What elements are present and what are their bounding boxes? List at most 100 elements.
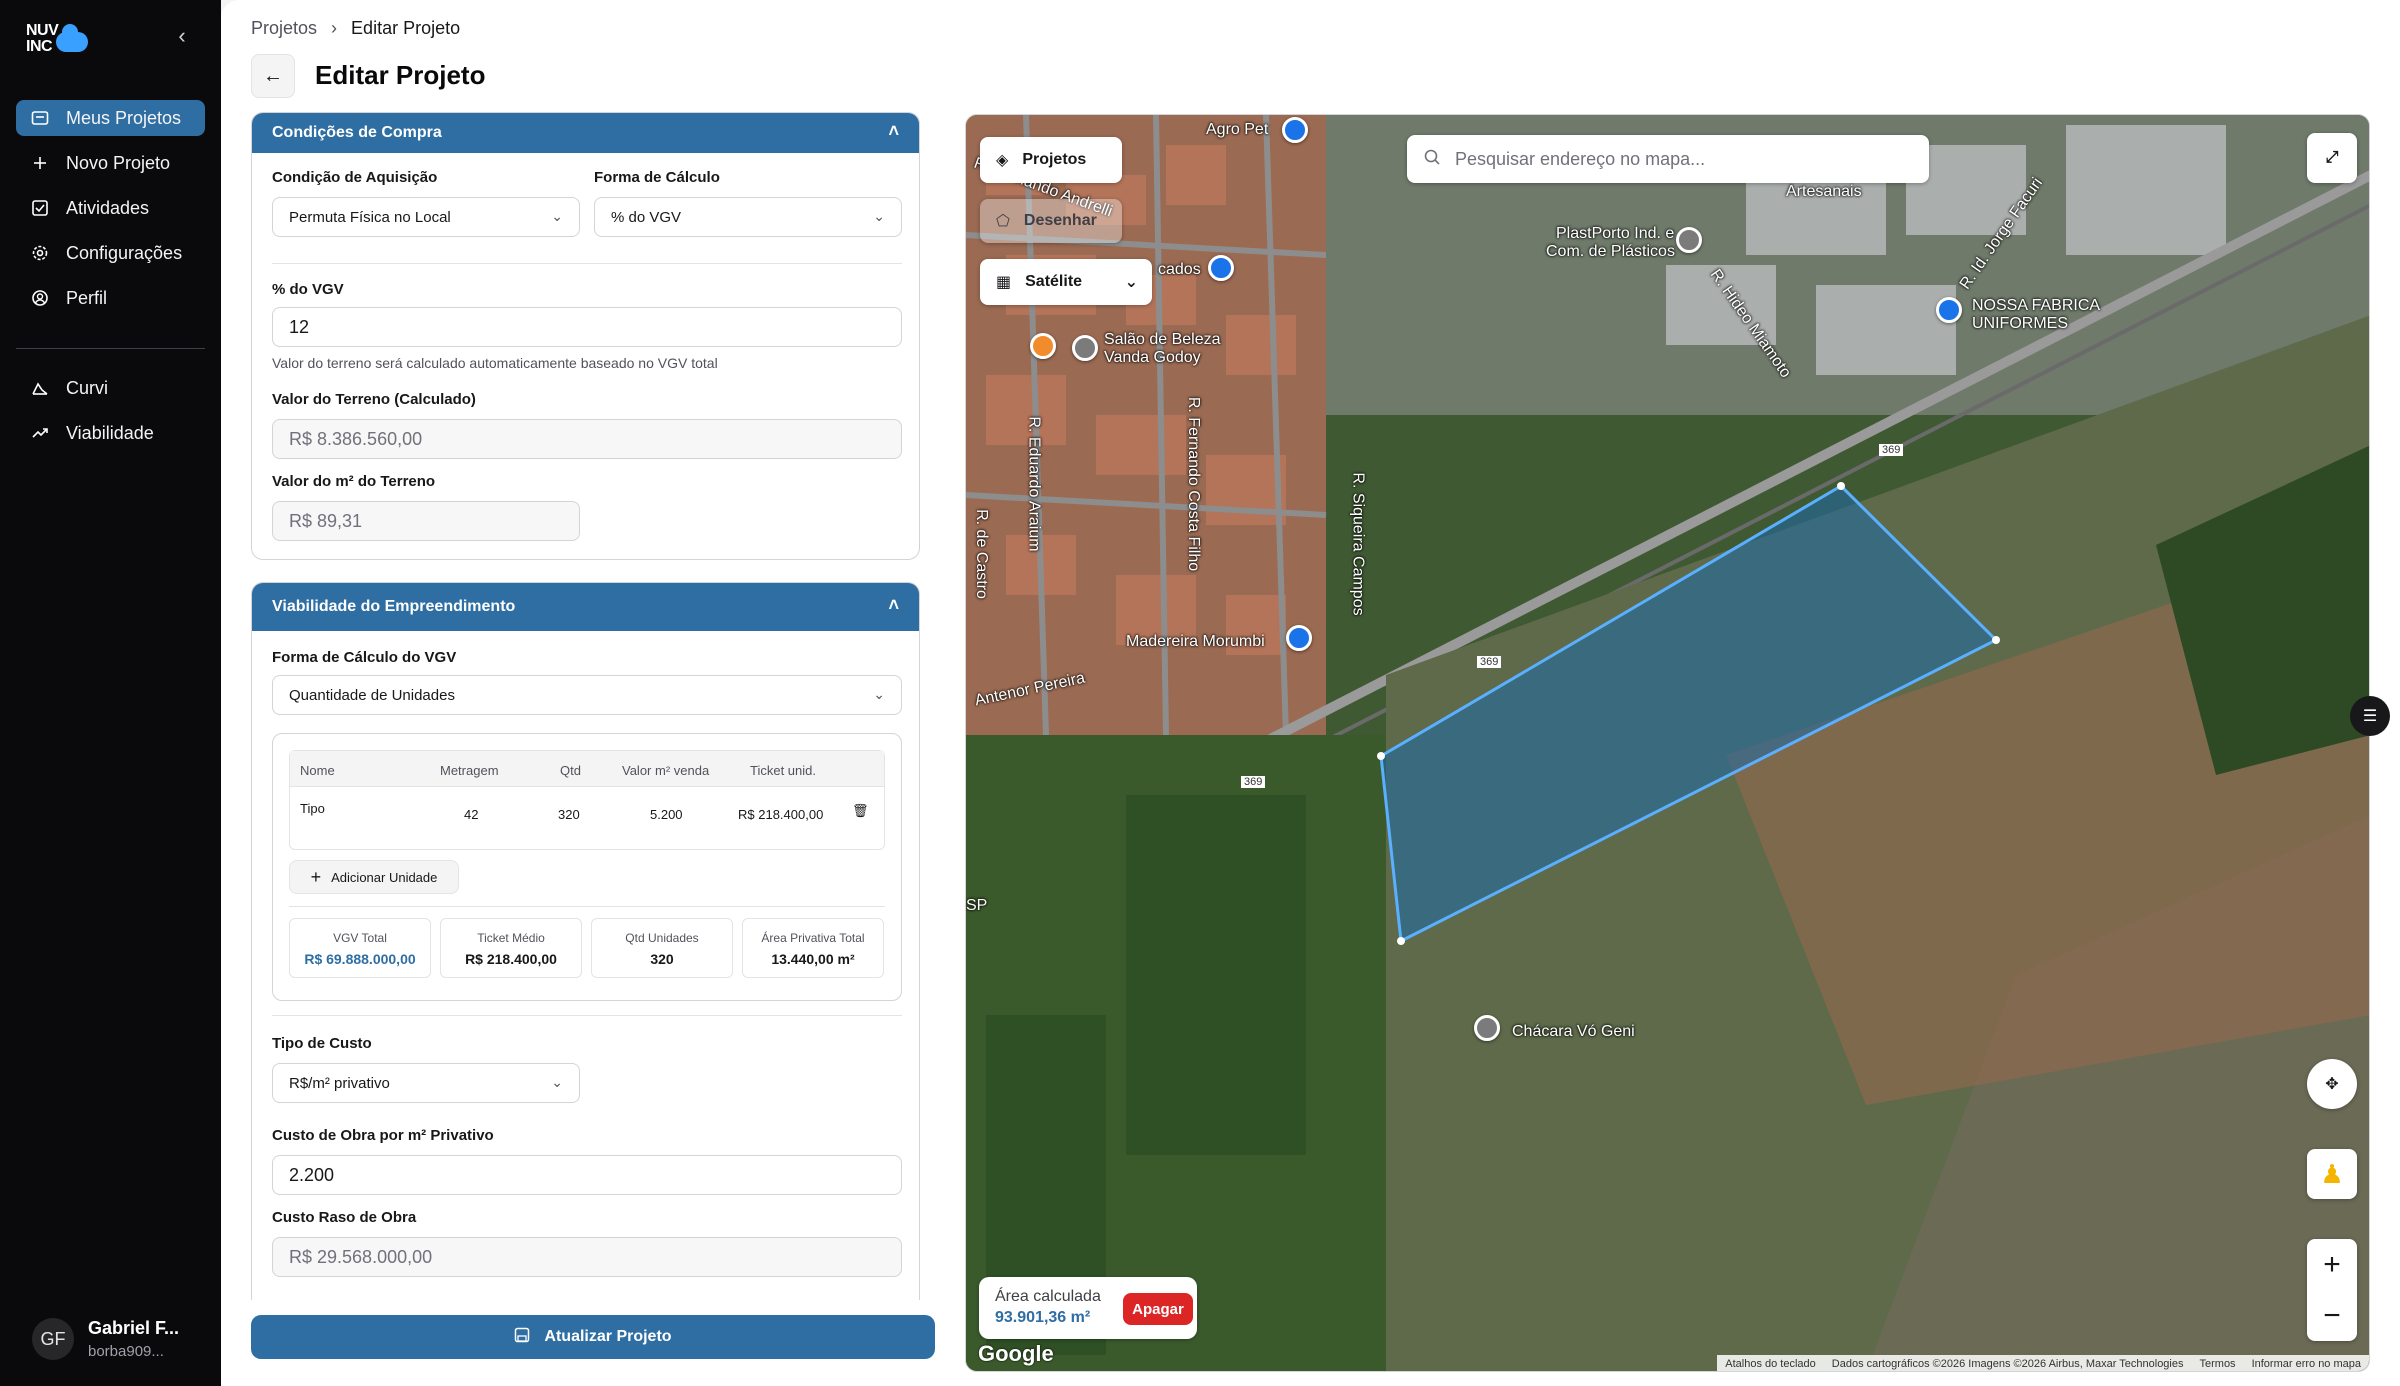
sidebar-item-configuracoes[interactable]: Configurações (16, 235, 205, 271)
plus-icon (30, 153, 50, 173)
sidebar-item-novo-projeto[interactable]: Novo Projeto (16, 145, 205, 181)
apagar-button[interactable]: Apagar (1123, 1293, 1193, 1325)
map-pin-icon[interactable] (1936, 297, 1962, 323)
map-pin-icon[interactable] (1676, 227, 1702, 253)
trend-up-icon (30, 423, 50, 443)
stat-area-privativa: Área Privativa Total 13.440,00 m² (742, 918, 884, 978)
list-filter-icon: ☰ (2362, 708, 2378, 725)
map-pin-icon[interactable] (1208, 255, 1234, 281)
user-circle-icon (30, 288, 50, 308)
triangle-chart-icon (30, 378, 50, 398)
custo-obra-input[interactable]: 2.200 (272, 1155, 902, 1195)
plus-icon: + (310, 866, 322, 887)
map-icon: ▦ (996, 274, 1012, 291)
checklist-icon (30, 198, 50, 218)
brand-logo[interactable]: NUV INC (26, 20, 90, 56)
satellite-imagery (966, 115, 2369, 1371)
trash-icon[interactable]: 🗑 (852, 803, 869, 819)
condicoes-compra-header[interactable]: Condições de Compra ˄ (252, 113, 919, 153)
adicionar-unidade-button[interactable]: + Adicionar Unidade (289, 860, 459, 894)
zoom-controls: + − (2307, 1239, 2357, 1341)
avatar: GF (32, 1318, 74, 1360)
layers-icon: ◈ (996, 152, 1009, 169)
layer-type-select[interactable]: ▦ Satélite ⌄ (980, 259, 1152, 305)
report-error-link[interactable]: Informar erro no mapa (2252, 1358, 2361, 1370)
viabilidade-card: Viabilidade do Empreendimento ˄ Forma de… (251, 582, 920, 1300)
folder-icon (30, 108, 50, 128)
map-search-input[interactable] (1455, 148, 1915, 170)
page-title: Editar Projeto (315, 60, 486, 90)
forma-calculo-select[interactable]: % do VGV ⌄ (594, 197, 902, 237)
desenhar-button[interactable]: ⬠ Desenhar (980, 199, 1122, 243)
custo-raso-field: R$ 29.568.000,00 (272, 1237, 902, 1277)
chevron-down-icon: ⌄ (873, 208, 885, 224)
chevron-right-icon: › (331, 18, 338, 38)
vgv-hint: Valor do terreno será calculado automati… (272, 355, 718, 371)
expand-icon: ⤢ (2325, 149, 2339, 166)
move-arrows-icon: ✥ (2325, 1076, 2339, 1093)
stat-vgv-total: VGV Total R$ 69.888.000,00 (289, 918, 431, 978)
google-logo: Google (978, 1341, 1054, 1366)
chevron-down-icon: ⌄ (873, 686, 885, 702)
side-panel-toggle-button[interactable]: ☰ (2350, 696, 2390, 736)
sidebar-item-meus-projetos[interactable]: Meus Projetos (16, 100, 205, 136)
map-pin-icon[interactable] (1286, 625, 1312, 651)
user-name: Gabriel F... (88, 1318, 180, 1338)
save-icon (514, 1327, 530, 1348)
fullscreen-button[interactable]: ⤢ (2307, 133, 2357, 183)
atualizar-projeto-button[interactable]: Atualizar Projeto (251, 1315, 935, 1359)
polygon-icon: ⬠ (996, 213, 1010, 230)
sidebar: NUV INC ‹ Meus Projetos Novo Projeto Ati… (0, 0, 221, 1386)
chevron-down-icon: ⌄ (551, 208, 563, 224)
zoom-out-button[interactable]: − (2323, 1299, 2341, 1333)
keyboard-shortcuts-link[interactable]: Atalhos do teclado (1725, 1358, 1816, 1370)
map-pin-icon[interactable] (1030, 333, 1056, 359)
forma-calculo-vgv-select[interactable]: Quantidade de Unidades ⌄ (272, 675, 902, 715)
camera-control-button[interactable]: ✥ (2307, 1059, 2357, 1109)
valor-terreno-field: R$ 8.386.560,00 (272, 419, 902, 459)
sidebar-item-viabilidade[interactable]: Viabilidade (16, 415, 205, 451)
unidades-table: Nome Metragem Qtd Valor m² venda Ticket … (289, 750, 885, 850)
sidebar-item-atividades[interactable]: Atividades (16, 190, 205, 226)
unidades-box: Nome Metragem Qtd Valor m² venda Ticket … (272, 733, 902, 1001)
condicoes-compra-card: Condições de Compra ˄ Condição de Aquisi… (251, 112, 920, 560)
map-view[interactable]: Agro Pet R. Fernando Andrelli Artesanais… (965, 114, 2370, 1372)
chevron-down-icon: ⌄ (1124, 274, 1138, 291)
vgv-percent-input[interactable]: 12 (272, 307, 902, 347)
stat-ticket-medio: Ticket Médio R$ 218.400,00 (440, 918, 582, 978)
breadcrumb-current: Editar Projeto (351, 18, 461, 38)
back-button[interactable]: ← (251, 54, 295, 98)
viabilidade-header[interactable]: Viabilidade do Empreendimento ˄ (252, 583, 919, 631)
sidebar-item-curvi[interactable]: Curvi (16, 370, 205, 406)
chevron-down-icon: ⌄ (551, 1074, 563, 1090)
chevron-up-icon: ˄ (888, 595, 899, 615)
user-email: borba909... (88, 1343, 164, 1360)
map-pin-icon[interactable] (1282, 117, 1308, 143)
chevron-up-icon: ˄ (888, 121, 899, 141)
form-scroll-area[interactable]: Condições de Compra ˄ Condição de Aquisi… (251, 112, 920, 1300)
pegman-icon: ♟ (2320, 1158, 2344, 1189)
map-pin-icon[interactable] (1072, 335, 1098, 361)
breadcrumb: Projetos › Editar Projeto (251, 18, 460, 39)
map-pin-icon[interactable] (1474, 1015, 1500, 1041)
map-attribution: Atalhos do teclado Dados cartográficos ©… (1717, 1355, 2369, 1371)
breadcrumb-projetos[interactable]: Projetos (251, 18, 317, 39)
zoom-in-button[interactable]: + (2323, 1248, 2341, 1282)
tipo-custo-select[interactable]: R$/m² privativo ⌄ (272, 1063, 580, 1103)
main-content: Projetos › Editar Projeto ← Editar Proje… (221, 0, 2400, 1386)
stat-qtd-unidades: Qtd Unidades 320 (591, 918, 733, 978)
search-icon (1423, 148, 1441, 171)
area-value: 93.901,36 m² (995, 1309, 1091, 1326)
sidebar-item-perfil[interactable]: Perfil (16, 280, 205, 316)
projetos-layer-button[interactable]: ◈ Projetos (980, 137, 1122, 183)
map-search[interactable] (1407, 135, 1929, 183)
collapse-sidebar-button[interactable]: ‹ (170, 24, 194, 48)
gear-icon (30, 243, 50, 263)
table-header: Nome Metragem Qtd Valor m² venda Ticket … (290, 751, 884, 787)
street-view-button[interactable]: ♟ (2307, 1149, 2357, 1199)
condicao-aquisicao-select[interactable]: Permuta Física no Local ⌄ (272, 197, 580, 237)
terms-link[interactable]: Termos (2200, 1358, 2236, 1370)
arrow-left-icon: ← (263, 64, 283, 87)
user-menu[interactable]: GF Gabriel F... borba909... (32, 1318, 179, 1360)
valor-m2-terreno-field: R$ 89,31 (272, 501, 580, 541)
